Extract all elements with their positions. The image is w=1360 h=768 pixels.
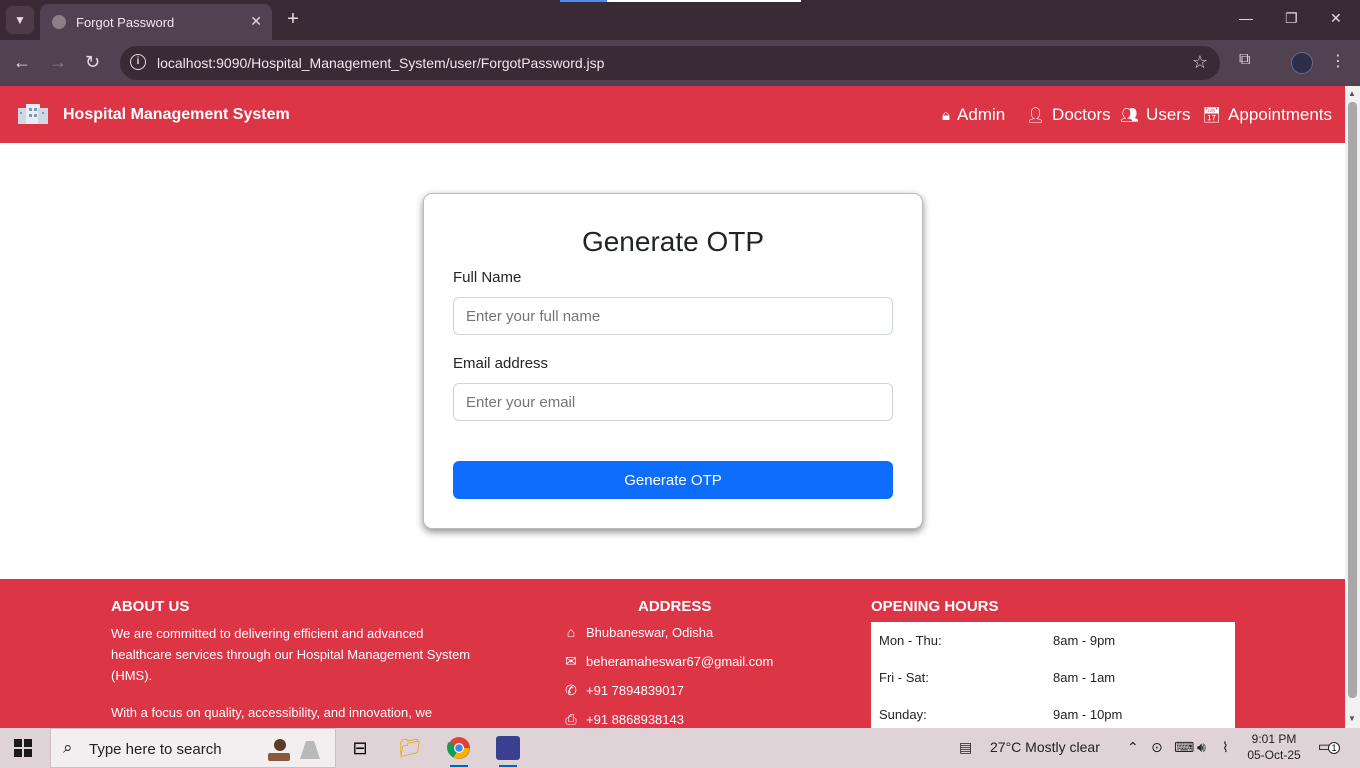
close-window-button[interactable]: ✕ [1330, 10, 1342, 27]
meet-now-icon[interactable]: ⊙ [1151, 739, 1163, 756]
notification-icon[interactable]: ▭ 1 [1318, 738, 1340, 756]
wifi-icon[interactable]: ⌇ [1222, 739, 1229, 756]
globe-icon [52, 15, 66, 29]
email-label: Email address [453, 355, 549, 372]
tab-search-button[interactable]: ▼ [6, 6, 34, 34]
weather-icon[interactable]: ▤ [959, 739, 972, 756]
address-heading: ADDRESS [638, 598, 712, 615]
forward-button[interactable]: → [49, 52, 67, 73]
scroll-down-arrow[interactable]: ▼ [1348, 714, 1356, 723]
taskbar-search[interactable]: ⌕ Type here to search [50, 728, 336, 768]
taskbar-search-text: Type here to search [89, 741, 222, 758]
home-icon: ⌂ [566, 624, 576, 640]
menu-kebab-icon[interactable]: ⋮ [1330, 51, 1346, 71]
tab-title: Forgot Password [76, 14, 175, 30]
nav-admin-label: Admin [956, 105, 1006, 124]
search-highlight-icon [268, 739, 320, 761]
nav-appointments[interactable]: 📅︎ Appointments [1202, 105, 1332, 125]
phone-icon: ✆ [565, 682, 577, 698]
hours-day: Sunday: [879, 707, 927, 722]
address-email: ✉ beheramaheswar67@gmail.com [562, 653, 773, 670]
form-title: Generate OTP [581, 226, 765, 257]
volume-icon[interactable]: 🔊︎ [1197, 739, 1206, 756]
reload-button[interactable]: ↻ [85, 52, 100, 73]
about-paragraph-1: We are committed to delivering efficient… [111, 626, 471, 683]
extensions-icon[interactable]: ⧉ [1239, 51, 1250, 69]
site-brand[interactable]: Hospital Management System [63, 106, 290, 124]
profile-avatar[interactable] [1291, 52, 1313, 74]
app-icon[interactable] [485, 728, 531, 768]
generate-otp-button[interactable]: Generate OTP [453, 461, 893, 499]
address-location: ⌂ Bhubaneswar, Odisha [562, 624, 713, 640]
network-icon[interactable]: ⌨ [1174, 739, 1194, 756]
opening-hours-table: Mon - Thu: 8am - 9pm Fri - Sat: 8am - 1a… [871, 622, 1235, 728]
printer-icon: ⎙ [565, 711, 577, 727]
browser-tab[interactable]: Forgot Password ✕ [40, 4, 272, 40]
file-explorer-icon[interactable]: 📁︎ [387, 728, 433, 768]
address-location-text: Bhubaneswar, Odisha [586, 624, 714, 640]
site-footer: ABOUT US We are committed to delivering … [0, 579, 1345, 728]
back-button[interactable]: ← [13, 52, 31, 73]
address-email-text[interactable]: beheramaheswar67@gmail.com [586, 654, 773, 669]
page-scrollbar[interactable]: ▲ ▼ [1345, 86, 1360, 728]
new-tab-button[interactable]: + [282, 8, 304, 30]
calendar-check-icon: 📅︎ [1202, 107, 1222, 124]
full-name-input[interactable] [453, 297, 893, 335]
show-hidden-icons[interactable]: ⌃ [1127, 739, 1139, 756]
restore-button[interactable]: ❐ [1285, 10, 1298, 27]
address-bar[interactable]: i localhost:9090/Hospital_Management_Sys… [120, 46, 1220, 80]
site-info-icon[interactable]: i [130, 54, 146, 70]
browser-tab-bar: ▼ Forgot Password ✕ + — ❐ ✕ [0, 0, 1360, 40]
task-view-icon[interactable]: ⊟ [337, 728, 383, 768]
chrome-icon[interactable] [436, 728, 482, 768]
hours-heading: OPENING HOURS [871, 598, 999, 615]
nav-admin[interactable]: 🔒︎ Admin [942, 105, 1005, 125]
chrome-logo [447, 737, 470, 759]
site-navbar: Hospital Management System 🔒︎ Admin 👤︎ D… [0, 86, 1345, 143]
about-paragraph-2: With a focus on quality, accessibility, … [111, 705, 433, 720]
notification-count: 1 [1328, 742, 1340, 754]
nav-appointments-label: Appointments [1228, 105, 1332, 124]
hospital-logo-icon [18, 104, 48, 124]
full-name-label: Full Name [453, 269, 522, 286]
tab-strip-indicator [560, 0, 801, 2]
nav-doctors-label: Doctors [1052, 105, 1111, 124]
address-fax-text: +91 8868938143 [586, 712, 684, 727]
close-tab-icon[interactable]: ✕ [250, 13, 262, 30]
windows-taskbar: ⌕ Type here to search ⊟ 📁︎ ▤ 27°C Mostly… [0, 728, 1360, 768]
scrollbar-thumb[interactable] [1348, 102, 1357, 698]
browser-toolbar: ← → ↻ i localhost:9090/Hospital_Manageme… [0, 40, 1360, 86]
clock-date: 05-Oct-25 [1247, 748, 1301, 762]
address-fax: ⎙ +91 8868938143 [562, 711, 684, 728]
hours-time: 8am - 1am [1053, 670, 1116, 685]
taskbar-clock[interactable]: 9:01 PM 05-Oct-25 [1246, 731, 1302, 763]
lock-icon: 🔒︎ [942, 106, 950, 124]
otp-card: Generate OTP Full Name Email address Gen… [423, 193, 923, 529]
scroll-up-arrow[interactable]: ▲ [1348, 89, 1356, 98]
users-icon: 👥︎ [1120, 107, 1140, 124]
bookmark-star-icon[interactable]: ☆ [1192, 52, 1208, 73]
minimize-button[interactable]: — [1239, 10, 1253, 26]
about-heading: ABOUT US [111, 598, 190, 615]
search-icon: ⌕ [63, 738, 73, 757]
url-text[interactable]: localhost:9090/Hospital_Management_Syste… [157, 55, 604, 71]
windows-start-icon[interactable] [14, 739, 32, 757]
hours-time: 8am - 9pm [1053, 633, 1116, 648]
hours-day: Mon - Thu: [879, 633, 942, 648]
envelope-icon: ✉ [565, 653, 577, 669]
doctor-icon: 👤︎ [1026, 107, 1046, 124]
clock-time: 9:01 PM [1251, 732, 1297, 746]
hours-time: 9am - 10pm [1053, 707, 1123, 722]
weather-text[interactable]: 27°C Mostly clear [990, 739, 1100, 755]
address-phone-text: +91 7894839017 [586, 683, 684, 698]
email-input[interactable] [453, 383, 893, 421]
nav-doctors[interactable]: 👤︎ Doctors [1026, 105, 1111, 125]
app-logo [496, 736, 520, 760]
nav-users-label: Users [1146, 105, 1191, 124]
hours-day: Fri - Sat: [879, 670, 929, 685]
address-phone: ✆ +91 7894839017 [562, 682, 684, 699]
nav-users[interactable]: 👥︎ Users [1120, 105, 1190, 125]
